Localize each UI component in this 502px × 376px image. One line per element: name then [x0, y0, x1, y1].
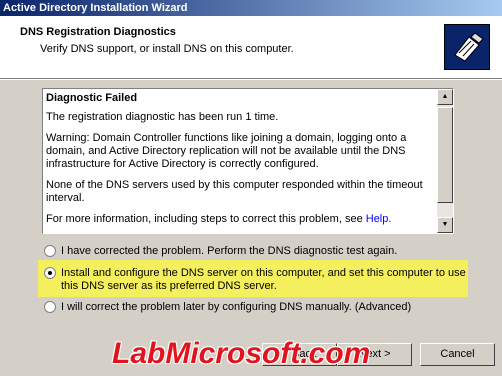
wizard-header: DNS Registration Diagnostics Verify DNS … — [0, 16, 502, 79]
radio-retest-label[interactable]: I have corrected the problem. Perform th… — [61, 245, 397, 258]
diagnostic-warning: Warning: Domain Controller functions lik… — [46, 132, 407, 170]
diagnostic-more-info: For more information, including steps to… — [46, 213, 392, 225]
radio-install-dns-label[interactable]: Install and configure the DNS server on … — [61, 267, 466, 280]
diagnostic-results-box[interactable]: Diagnostic Failed The registration diagn… — [42, 88, 454, 234]
page-subtitle: Verify DNS support, or install DNS on th… — [40, 43, 294, 55]
scroll-thumb[interactable] — [437, 107, 453, 203]
scroll-up-icon[interactable]: ▲ — [437, 89, 453, 105]
radio-manual[interactable] — [44, 301, 56, 313]
diagnostic-heading: Diagnostic Failed — [46, 92, 138, 104]
diagnostic-timeout: None of the DNS servers used by this com… — [46, 179, 423, 204]
header-divider — [0, 79, 502, 80]
diagnostic-run-count: The registration diagnostic has been run… — [46, 111, 279, 123]
radio-install-dns-label-line2[interactable]: this DNS server as its preferred DNS ser… — [61, 280, 277, 293]
cancel-button[interactable]: Cancel — [420, 343, 495, 366]
radio-manual-label[interactable]: I will correct the problem later by conf… — [61, 301, 411, 314]
window-title: Active Directory Installation Wizard — [0, 0, 502, 16]
radio-retest[interactable] — [44, 245, 56, 257]
vertical-scrollbar[interactable]: ▲ ▼ — [437, 89, 453, 233]
watermark-text: LabMicrosoft.com — [112, 337, 371, 370]
radio-install-dns[interactable] — [44, 267, 56, 279]
scroll-down-icon[interactable]: ▼ — [437, 217, 453, 233]
dns-wizard-icon — [444, 24, 490, 70]
page-title: DNS Registration Diagnostics — [20, 26, 176, 38]
help-link[interactable]: Help. — [366, 213, 392, 225]
diagnostic-text: Diagnostic Failed The registration diagn… — [46, 89, 436, 233]
